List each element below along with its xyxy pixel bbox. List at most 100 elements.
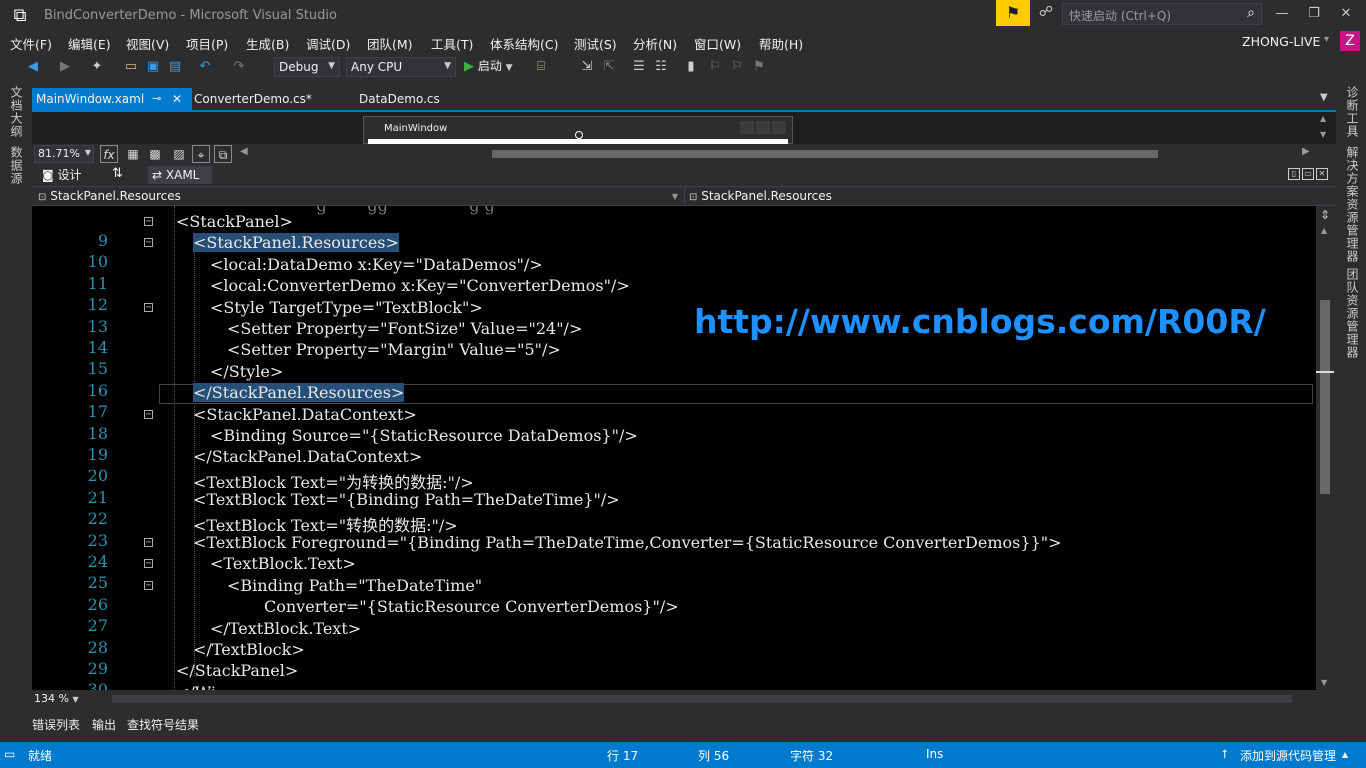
snap-grid-icon[interactable]: ▩ [146, 145, 164, 163]
solution-platform-select[interactable]: Any CPU ▼ [346, 57, 456, 77]
type-navigation-select[interactable]: ⊡ StackPanel.Resources ▼ [34, 188, 682, 205]
feedback-icon[interactable]: ☍ [1036, 4, 1056, 24]
menu-file[interactable]: 文件(F) [10, 34, 52, 53]
designer-zoom-select[interactable]: 81.71% ▼ [34, 145, 94, 163]
scroll-right-icon[interactable]: ▶ [1302, 146, 1310, 157]
horizontal-split-icon[interactable]: ▭ [1302, 168, 1314, 180]
chevron-down-icon[interactable]: ▾ [1324, 34, 1329, 45]
menu-window[interactable]: 窗口(W) [694, 34, 741, 53]
undo-icon[interactable]: ↶ [196, 58, 214, 76]
split-handle-icon[interactable]: ⇕ [1320, 208, 1330, 222]
navigate-forward-icon[interactable]: ▶ [56, 58, 74, 76]
editor-hscroll-thumb[interactable] [112, 695, 1292, 703]
menu-tools[interactable]: 工具(T) [431, 34, 473, 53]
fold-collapse-icon[interactable]: − [144, 580, 153, 590]
search-icon[interactable]: ⌕ [1247, 5, 1255, 21]
data-sources-tab[interactable]: 数据源 [8, 146, 25, 185]
open-file-icon[interactable]: ▭ [122, 58, 140, 76]
menu-team[interactable]: 团队(M) [367, 34, 413, 53]
save-icon[interactable]: ▣ [144, 58, 162, 76]
fold-collapse-icon[interactable]: − [144, 559, 153, 569]
team-explorer-tab[interactable]: 团队资源管理器 [1344, 268, 1361, 359]
scroll-down-icon[interactable]: ▼ [1320, 130, 1326, 139]
tab-output[interactable]: 输出 [92, 716, 116, 733]
new-project-icon[interactable]: ✦ [88, 58, 106, 76]
start-debugging-button[interactable]: ▶ 启动 ▼ [464, 57, 513, 77]
tab-mainwindow-xaml[interactable]: MainWindow.xaml ⊸ ✕ [32, 88, 192, 110]
scroll-up-icon[interactable]: ▲ [1320, 114, 1326, 123]
tab-datademo-cs[interactable]: DataDemo.cs [355, 88, 440, 110]
tab-error-list[interactable]: 错误列表 [32, 716, 80, 733]
code-editor[interactable]: g gg g g http://www.cnblogs.com/R00R/ 9 … [32, 206, 1316, 690]
minimize-button[interactable]: — [1270, 4, 1294, 24]
menu-architecture[interactable]: 体系结构(C) [490, 34, 558, 53]
xaml-designer-surface[interactable]: MainWindow ▲ ▼ [32, 112, 1336, 144]
tab-list-dropdown-icon[interactable]: ▼ [1320, 92, 1328, 103]
menu-test[interactable]: 测试(S) [574, 34, 617, 53]
find-in-files-icon[interactable]: ⌸ [532, 58, 550, 76]
avatar[interactable]: Z [1340, 31, 1360, 51]
grid-icon[interactable]: ▦ [124, 145, 142, 163]
comment-icon[interactable]: ☰ [630, 58, 648, 76]
solution-configuration-select[interactable]: Debug ▼ [274, 57, 340, 77]
formula-fx-icon[interactable]: fx [100, 145, 118, 163]
next-bookmark-icon[interactable]: ⚐ [728, 58, 746, 76]
fold-collapse-icon[interactable]: − [144, 302, 153, 312]
chevron-up-icon[interactable]: ▴ [1342, 747, 1348, 761]
step-into-icon[interactable]: ⇲ [578, 58, 596, 76]
fold-collapse-icon[interactable]: − [144, 238, 153, 248]
redo-icon[interactable]: ↷ [230, 58, 248, 76]
notification-flag-icon[interactable]: ⚑ [996, 0, 1030, 26]
code-line: 20 </StackPanel.DataContext> [32, 447, 1316, 485]
swap-panes-icon[interactable]: ⇅ [112, 166, 123, 181]
collapse-pane-icon[interactable]: ✕ [1316, 168, 1328, 180]
menu-view[interactable]: 视图(V) [126, 34, 169, 53]
add-to-source-control[interactable]: 添加到源代码管理 [1240, 747, 1336, 764]
quick-launch-input[interactable]: 快速启动 (Ctrl+Q) ⌕ [1062, 3, 1262, 25]
editor-zoom-select[interactable]: 134 % ▼ [34, 692, 79, 705]
solution-explorer-tab[interactable]: 解决方案资源管理器 [1344, 146, 1361, 263]
menu-build[interactable]: 生成(B) [246, 34, 289, 53]
restore-button[interactable]: ❐ [1302, 4, 1326, 24]
menu-help[interactable]: 帮助(H) [759, 34, 803, 53]
arrow-up-icon[interactable]: ⭡ [1222, 747, 1228, 762]
editor-vscroll[interactable]: ⇕ ▲ ▼ [1316, 206, 1336, 690]
close-button[interactable]: ✕ [1334, 4, 1358, 24]
prev-bookmark-icon[interactable]: ⚐ [706, 58, 724, 76]
step-over-icon[interactable]: ⇱ [600, 58, 618, 76]
document-outline-tab[interactable]: 文档大纲 [8, 86, 25, 138]
fold-collapse-icon[interactable]: − [144, 217, 153, 227]
artboard-icon[interactable]: ▨ [170, 145, 188, 163]
scroll-up-icon[interactable]: ▲ [1321, 226, 1327, 235]
clear-bookmarks-icon[interactable]: ⚑ [750, 58, 768, 76]
fold-collapse-icon[interactable]: − [144, 409, 153, 419]
user-name[interactable]: ZHONG-LIVE [1242, 34, 1320, 49]
rotate-handle-icon[interactable] [575, 131, 583, 139]
designer-hscroll-thumb[interactable] [492, 150, 1158, 158]
save-all-icon[interactable]: ▤ [166, 58, 184, 76]
design-view-tab[interactable]: ◙ 设计 [42, 166, 82, 183]
project-code-icon[interactable]: ⧉ [214, 145, 232, 163]
editor-vscroll-thumb[interactable] [1320, 300, 1330, 494]
design-window-preview[interactable]: MainWindow [363, 116, 793, 144]
menu-edit[interactable]: 编辑(E) [68, 34, 111, 53]
tab-converterdemo-cs[interactable]: ConverterDemo.cs* [190, 88, 312, 110]
menu-debug[interactable]: 调试(D) [306, 34, 350, 53]
member-navigation-select[interactable]: ⊡ StackPanel.Resources [684, 188, 1329, 205]
navigate-back-icon[interactable]: ◀ [24, 58, 42, 76]
xaml-view-tab[interactable]: ⇄ XAML [148, 166, 212, 184]
snap-lines-icon[interactable]: ⌖ [192, 145, 210, 163]
vertical-split-icon[interactable]: ▯ [1288, 168, 1300, 180]
menu-analyze[interactable]: 分析(N) [633, 34, 677, 53]
menu-project[interactable]: 项目(P) [186, 34, 228, 53]
scroll-down-icon[interactable]: ▼ [1321, 678, 1327, 687]
bookmark-icon[interactable]: ▮ [682, 58, 700, 76]
close-icon[interactable]: ✕ [172, 88, 182, 110]
designer-hscroll[interactable]: ◀ ▶ [240, 144, 1312, 164]
pin-icon[interactable]: ⊸ [152, 88, 161, 110]
fold-collapse-icon[interactable]: − [144, 538, 153, 548]
tab-find-symbol-results[interactable]: 查找符号结果 [127, 716, 199, 733]
scroll-left-icon[interactable]: ◀ [240, 146, 248, 157]
uncomment-icon[interactable]: ☷ [652, 58, 670, 76]
diagnostic-tools-tab[interactable]: 诊断工具 [1344, 86, 1361, 138]
